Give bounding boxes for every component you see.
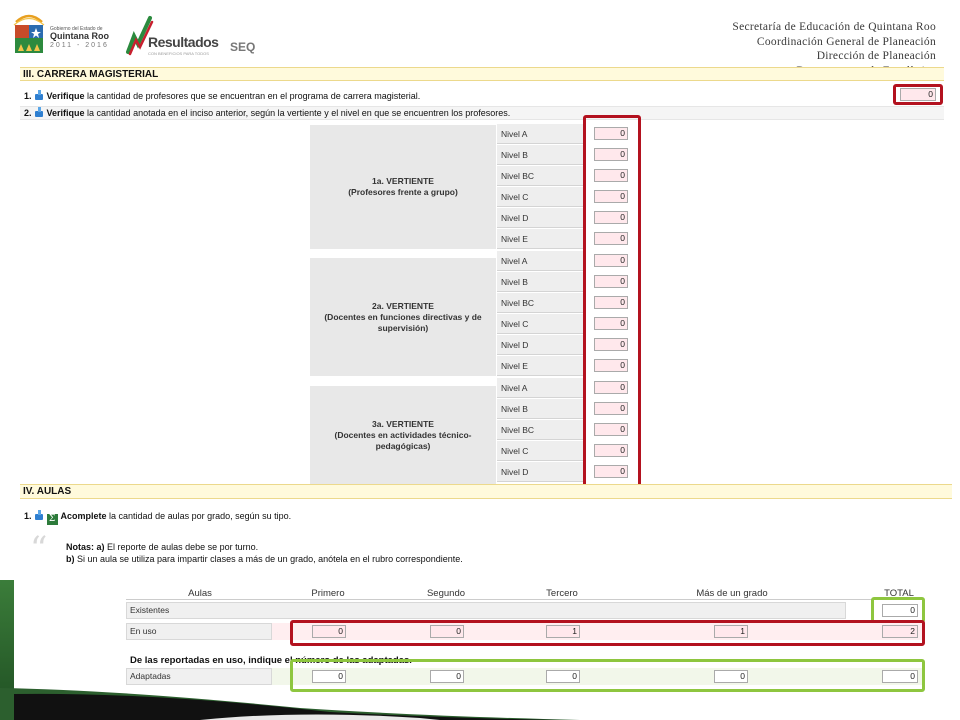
highlight-en-uso (290, 620, 925, 646)
nivel-label: Nivel E (497, 229, 583, 249)
nivel-label: Nivel C (497, 187, 583, 207)
dept-line-2: Coordinación General de Planeación (756, 35, 936, 48)
question-2-number: 2. (24, 108, 32, 118)
note-a-text: El reporte de aulas debe se por turno. (104, 542, 259, 552)
nivel-label: Nivel B (497, 145, 583, 165)
resultados-tagline: CON BENEFICIOS PARA TODOS (148, 51, 209, 56)
vertiente-3-title: 3a. VERTIENTE (372, 418, 434, 429)
vertiente-3-label: 3a. VERTIENTE (Docentes en actividades t… (310, 386, 496, 484)
dept-line-3: Dirección de Planeación (816, 50, 936, 62)
nivel-label: Nivel BC (497, 420, 583, 440)
question-2-verb: Verifique (46, 108, 85, 118)
nivel-label: Nivel D (497, 462, 583, 482)
slide-swoosh-decoration (0, 688, 580, 720)
row-en-uso-label: En uso (126, 623, 272, 640)
question-1-verb: Verifique (46, 91, 85, 101)
aulas-question-verb: Acomplete (60, 511, 107, 521)
nivel-label: Nivel A (497, 378, 583, 398)
question-1-body: la cantidad de profesores que se encuent… (84, 91, 421, 101)
nivel-label: Nivel A (497, 251, 583, 271)
nivel-label: Nivel E (497, 356, 583, 376)
col-aulas: Aulas (188, 588, 212, 599)
nivel-label: Nivel BC (497, 166, 583, 186)
resultados-wordmark: Resultados (148, 34, 219, 50)
nivel-label: Nivel B (497, 399, 583, 419)
col-tercero: Tercero (546, 588, 578, 599)
nivel-label: Nivel BC (497, 293, 583, 313)
note-b-text: Si un aula se utiliza para impartir clas… (74, 554, 463, 564)
vertiente-2-label: 2a. VERTIENTE (Docentes en funciones dir… (310, 258, 496, 376)
header-divider (126, 599, 924, 600)
vertiente-2-title: 2a. VERTIENTE (372, 300, 434, 311)
nivel-label: Nivel C (497, 314, 583, 334)
quote-icon: “ (30, 529, 48, 569)
vertiente-2-subtitle: (Docentes en funciones directivas y de s… (324, 311, 482, 333)
col-mas-de-un-grado: Más de un grado (696, 588, 768, 599)
nivel-label: Nivel D (497, 208, 583, 228)
aulas-question-body: la cantidad de aulas por grado, según su… (106, 511, 292, 521)
highlight-niveles (583, 115, 641, 488)
note-a-key: a) (96, 542, 105, 552)
question-1-number: 1. (24, 91, 32, 101)
edit-pencil-icon (34, 90, 44, 100)
aulas-question-text: 1. Σ Acomplete la cantidad de aulas por gr… (24, 510, 292, 525)
vertiente-1-title: 1a. VERTIENTE (372, 176, 434, 186)
section-iv-title: IV. AULAS (20, 484, 952, 499)
vertiente-1-label: 1a. VERTIENTE (Profesores frente a grupo… (310, 125, 496, 249)
nivel-label: Nivel C (497, 441, 583, 461)
aulas-notes: Notas: a) El reporte de aulas debe se po… (66, 541, 463, 565)
nivel-label: Nivel D (497, 335, 583, 355)
note-b-key: b) (66, 554, 75, 564)
col-segundo: Segundo (426, 588, 466, 599)
sum-icon: Σ (46, 514, 58, 525)
vertiente-3-subtitle: (Docentes en actividades técnico-pedagóg… (334, 429, 472, 451)
vertiente-1-subtitle: (Profesores frente a grupo) (348, 187, 458, 197)
section-iii-title: III. CARRERA MAGISTERIAL (20, 67, 944, 81)
quintana-roo-emblem-icon (13, 14, 45, 53)
highlight-total-profesores (893, 84, 943, 105)
question-2-text: 2. Verifique la cantidad anotada en el in… (24, 107, 510, 119)
notes-label: Notas: (66, 542, 95, 552)
dept-line-1: Secretaría de Educación de Quintana Roo (732, 21, 936, 33)
question-2-body: la cantidad anotada en el inciso anterio… (84, 108, 511, 118)
row-existentes-label: Existentes (126, 602, 846, 619)
nivel-label: Nivel B (497, 272, 583, 292)
col-primero: Primero (311, 588, 345, 599)
edit-pencil-icon (34, 107, 44, 117)
logo-line-2: Quintana Roo (50, 31, 109, 42)
question-1-text: 1. Verifique la cantidad de profesores qu… (24, 90, 420, 102)
quintana-roo-logo-text: Gobierno del Estado de Quintana Roo 2011… (50, 26, 109, 49)
edit-pencil-icon (34, 510, 44, 520)
nivel-label: Nivel A (497, 124, 583, 144)
logo-line-3: 2011 - 2016 (50, 41, 109, 49)
aulas-question-number: 1. (24, 511, 32, 521)
seq-logo: SEQ (230, 40, 256, 54)
